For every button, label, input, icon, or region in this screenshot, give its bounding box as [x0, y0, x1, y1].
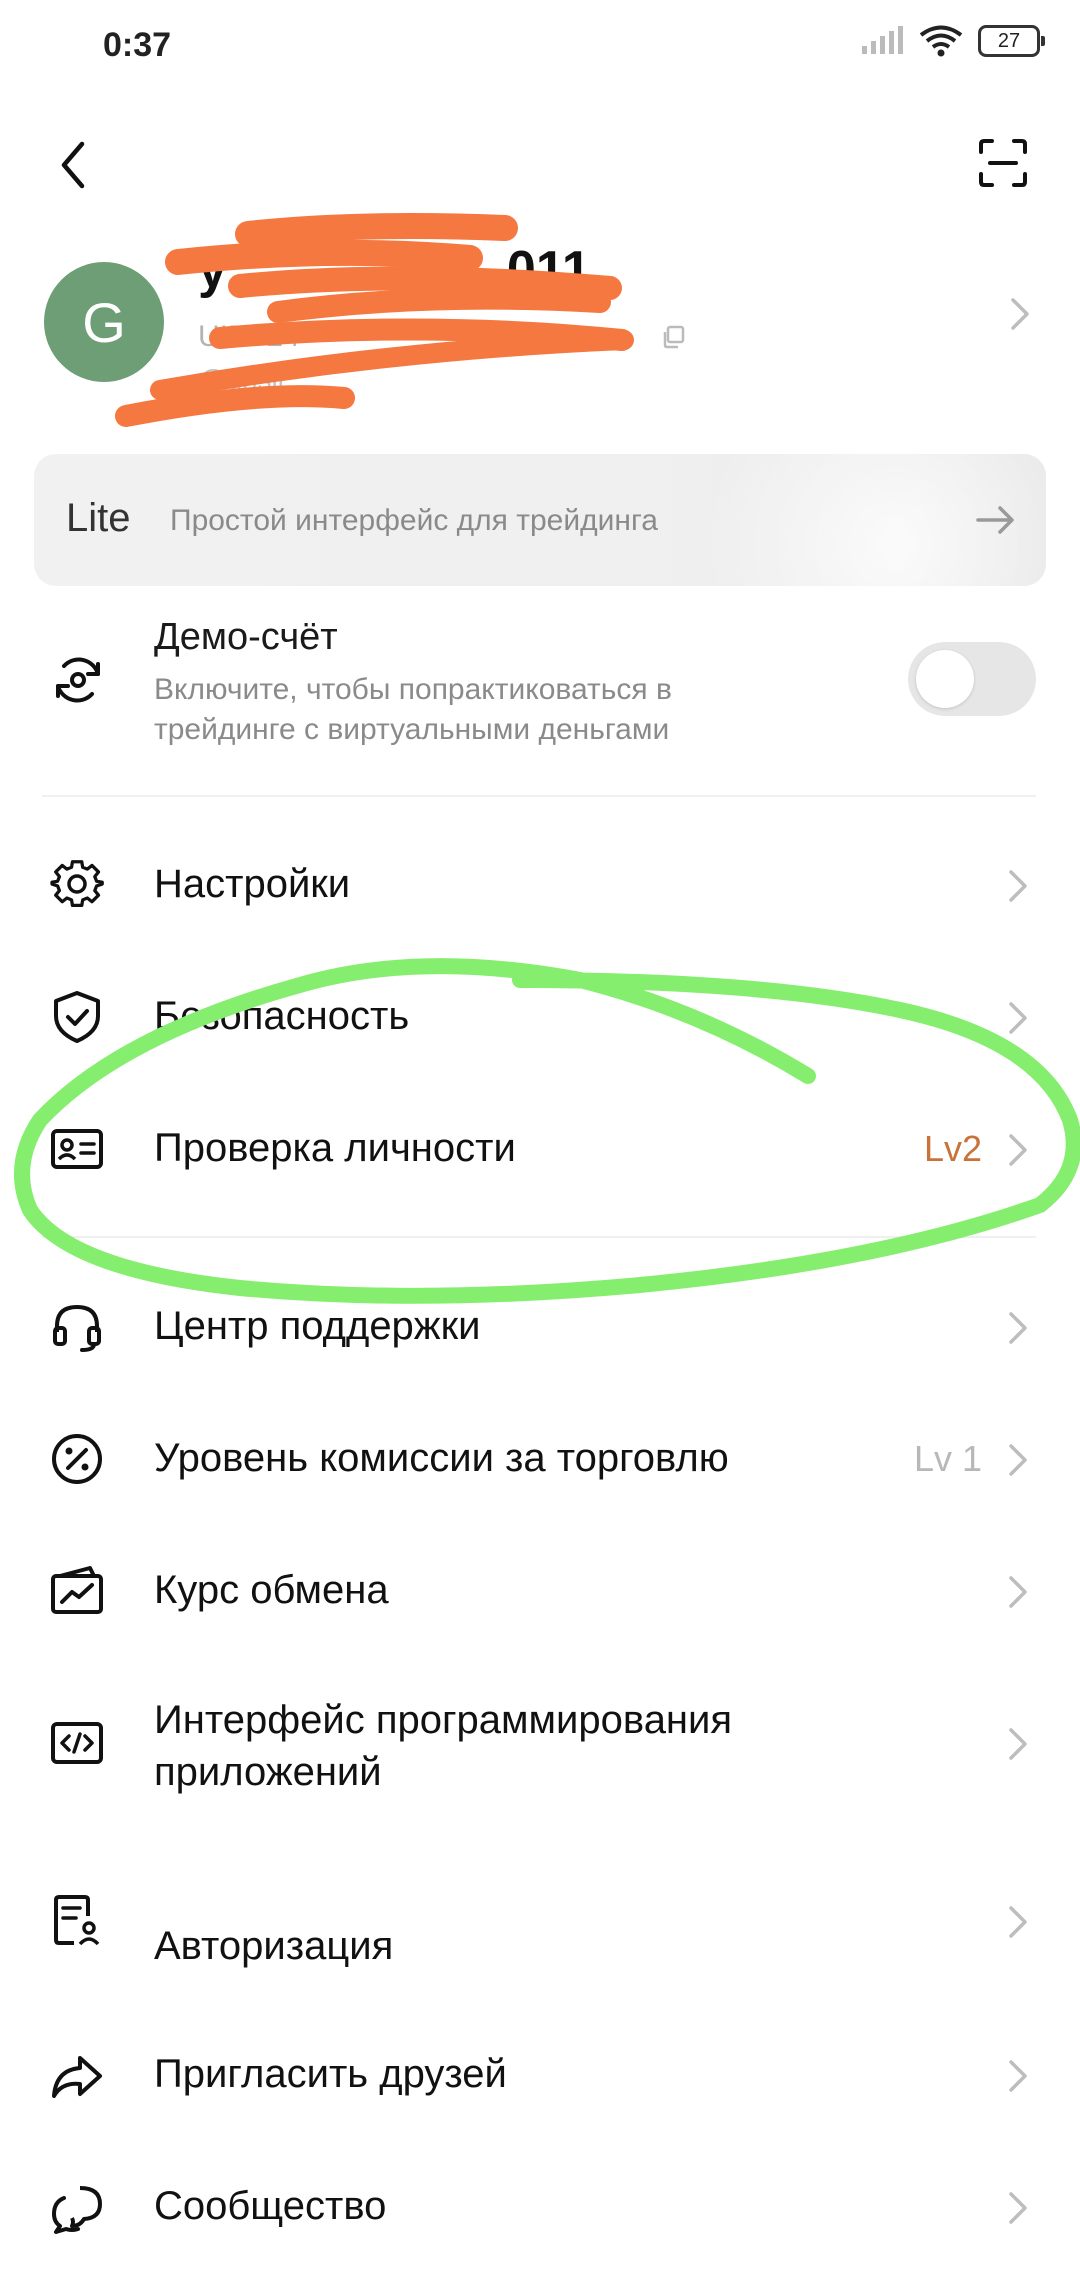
menu-label-support-center: Центр поддержки: [154, 1304, 481, 1348]
menu-label-authorization: Авторизация: [154, 1924, 394, 1968]
menu-label-community: Сообщество: [154, 2184, 387, 2228]
demo-account-title: Демо-счёт: [154, 616, 338, 658]
id-card-icon: [51, 1129, 103, 1169]
chevron-right-icon: [1009, 1312, 1027, 1344]
back-arrow-icon[interactable]: [54, 140, 94, 190]
signal-icon: [862, 26, 903, 54]
headset-icon: [53, 1304, 101, 1352]
status-icons: 27: [860, 24, 1045, 58]
menu-label-exchange-rate: Курс обмена: [154, 1568, 389, 1612]
profile-name-start: y: [198, 241, 227, 299]
chevron-right-icon: [1011, 298, 1029, 330]
divider: [42, 1236, 1036, 1238]
arrow-right-icon: [976, 506, 1014, 534]
verification-level-badge: Lv2: [923, 1128, 982, 1169]
chevron-right-icon: [1009, 1728, 1027, 1760]
avatar: G: [44, 262, 164, 382]
chevron-right-icon: [1009, 1576, 1027, 1608]
chevron-right-icon: [1009, 1002, 1027, 1034]
menu-label-identity-verification: Проверка личности: [154, 1126, 516, 1170]
demo-account-toggle[interactable]: [908, 642, 1036, 716]
menu-label-settings: Настройки: [154, 862, 351, 906]
percent-icon: [52, 1434, 102, 1484]
gear-icon: [50, 860, 104, 908]
demo-sync-icon: [56, 657, 100, 703]
wifi-icon: [919, 25, 963, 57]
scan-icon[interactable]: [978, 138, 1028, 188]
status-time: 0:37: [103, 26, 172, 64]
code-icon: [51, 1722, 103, 1764]
chevron-right-icon: [1009, 1906, 1027, 1938]
shield-check-icon: [54, 991, 100, 1043]
profile-name-end: 011: [506, 241, 591, 299]
chevron-right-icon: [1009, 870, 1027, 902]
document-user-icon: [54, 1895, 100, 1946]
battery-indicator: 27: [978, 25, 1045, 57]
menu-label-invite-friends: Пригласить друзей: [154, 2052, 507, 2096]
lite-tag: Lite: [66, 496, 131, 540]
divider: [42, 795, 1036, 797]
toggle-knob: [916, 650, 974, 708]
fee-level-badge: Lv 1: [913, 1438, 982, 1479]
menu-label-trading-fee-level: Уровень комиссии за торговлю: [154, 1436, 729, 1480]
profile-uid: UID: 24: [198, 320, 686, 354]
chevron-right-icon: [1009, 1134, 1027, 1166]
lite-description: Простой интерфейс для трейдинга: [170, 504, 658, 537]
exchange-chart-icon: [51, 1566, 103, 1614]
demo-account-description: Включите, чтобы попрактиковаться в трейд…: [154, 673, 672, 746]
uid-text: UID: 24: [198, 320, 300, 353]
share-arrow-icon: [52, 2056, 102, 2098]
chevron-right-icon: [1009, 1444, 1027, 1476]
menu-label-security: Безопасность: [154, 994, 410, 1038]
chat-bubbles-icon: [52, 2186, 102, 2234]
chevron-right-icon: [1009, 2192, 1027, 2224]
menu-label-api: Интерфейс программирования приложений: [154, 1698, 733, 1794]
copy-icon[interactable]: [660, 324, 686, 350]
profile-name: y 011: [198, 240, 591, 300]
lite-mode-banner[interactable]: Lite Простой интерфейс для трейдинга: [34, 454, 1046, 586]
chevron-right-icon: [1009, 2060, 1027, 2092]
profile-handle: @grisli: [198, 364, 284, 395]
